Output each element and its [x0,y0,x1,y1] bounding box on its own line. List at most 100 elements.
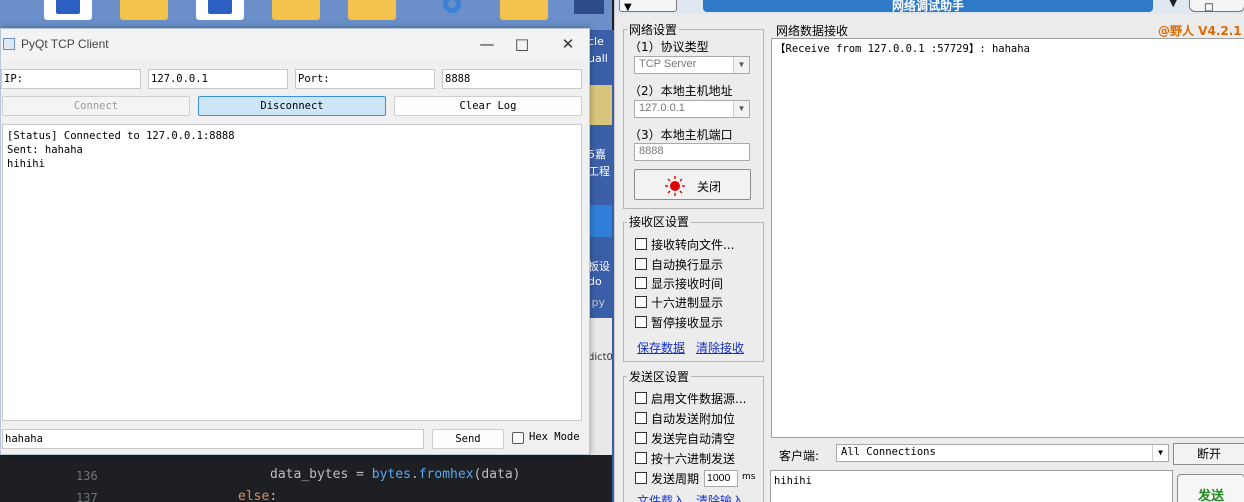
desktop-label: cle [588,35,604,48]
clear-input-link[interactable]: 清除输入 [696,492,744,502]
desktop-label: do [588,275,602,288]
settings-app-icon[interactable] [428,0,476,20]
send-period-unit: ms [742,472,756,482]
send-button[interactable]: 发送 [1177,474,1244,502]
desktop-icons-strip [0,0,612,30]
port-label: Port: [295,69,435,89]
disconnect-client-button[interactable]: 断开 [1173,443,1244,465]
send-settings-title: 发送区设置 [627,370,692,384]
code-token: else [238,489,270,502]
send-period-checkbox[interactable] [635,472,647,484]
network-assistant-window: ▼ 网络调试助手 ▼ □ 网络设置 （1）协议类型 TCP Server ▼ （2… [614,0,1244,502]
send-button[interactable]: Send [432,429,504,449]
send-option-label: 自动发送附加位 [651,412,736,426]
recv-option-label: 自动换行显示 [651,258,724,272]
code-token: = [348,467,372,482]
recv-option-label: 显示接收时间 [651,277,724,291]
file-source-checkbox[interactable] [635,392,647,404]
log-line: Sent: hahaha [7,144,83,156]
port-label: （3）本地主机端口 [629,128,733,142]
status-led-icon [665,176,685,196]
window-titlebar[interactable]: PyQt TCP Client — □ ✕ [1,29,589,59]
desktop-app-icon[interactable] [588,205,612,237]
recv-to-file-checkbox[interactable] [635,238,647,250]
receive-panel-title: 网络数据接收 [776,24,849,38]
show-time-checkbox[interactable] [635,277,647,289]
menu-dropdown-icon[interactable]: ▼ [619,0,677,13]
file-load-link[interactable]: 文件载入 [637,492,685,502]
save-data-link[interactable]: 保存数据 [637,339,685,356]
close-connection-label: 关闭 [697,180,722,194]
receive-data-area[interactable]: 【Receive from 127.0.0.1 :57729】: hahaha [771,38,1244,438]
send-option-label: 发送完自动清空 [651,432,736,446]
host-value: 127.0.0.1 [639,102,685,114]
desktop-label: 5嘉 [588,148,606,161]
append-bit-checkbox[interactable] [635,412,647,424]
minimize-icon[interactable]: — [470,33,504,55]
hex-mode-checkbox[interactable] [512,432,524,444]
port-input[interactable]: 8888 [442,69,582,89]
hex-display-checkbox[interactable] [635,296,647,308]
code-token: (data) [473,467,521,482]
send-option-label: 启用文件数据源... [651,392,747,406]
maximize-icon[interactable]: □ [505,33,539,55]
folder-icon[interactable] [272,0,320,20]
protocol-label: （1）协议类型 [629,40,709,54]
folder-icon[interactable] [120,0,168,20]
log-line: hihihi [7,158,45,170]
desktop-side-strip: cle uall 5嘉 工程 板设 do .py dict0 [586,30,614,502]
code-token: : [269,489,278,502]
ip-input[interactable]: 127.0.0.1 [148,69,288,89]
folder-icon[interactable] [500,0,548,20]
send-option-label: 按十六进制发送 [651,452,736,466]
client-value: All Connections [841,446,936,458]
desktop-label: uall [588,52,608,65]
clear-receive-link[interactable]: 清除接收 [696,339,744,356]
send-data-input[interactable]: hihihi [770,470,1173,502]
hex-send-checkbox[interactable] [635,452,647,464]
code-token: . [410,467,419,482]
send-period-label: 发送周期 [651,472,700,486]
app-shortcut-icon[interactable] [566,0,612,20]
net-pin-icon[interactable]: ▼ [1169,0,1177,9]
net-titlebar[interactable]: ▼ 网络调试助手 ▼ □ [615,0,1244,14]
log-output[interactable]: [Status] Connected to 127.0.0.1:8888 Sen… [2,124,582,421]
recv-option-label: 接收转向文件... [651,238,735,252]
net-window-control[interactable]: □ [1189,0,1244,13]
word-document-icon[interactable] [44,0,92,20]
send-period-input[interactable]: 1000 [704,470,738,487]
client-select[interactable]: All Connections ▼ [836,444,1169,462]
word-document-icon[interactable] [196,0,244,20]
protocol-select[interactable]: TCP Server ▼ [634,56,750,74]
window-title: PyQt TCP Client [21,37,109,51]
recv-option-label: 十六进制显示 [651,296,724,310]
code-token: fromhex [418,467,474,482]
network-settings-title: 网络设置 [627,23,680,37]
net-window-title: 网络调试助手 [703,0,1153,13]
auto-clear-checkbox[interactable] [635,432,647,444]
protocol-value: TCP Server [639,58,697,70]
folder-icon[interactable] [348,0,396,20]
disconnect-button[interactable]: Disconnect [198,96,386,116]
pause-display-checkbox[interactable] [635,316,647,328]
close-icon[interactable]: ✕ [551,33,585,55]
host-label: （2）本地主机地址 [629,84,733,98]
line-number: 137 [76,491,98,502]
ide-panel-edge [588,318,612,478]
code-token: data_bytes [270,467,349,482]
host-select[interactable]: 127.0.0.1 ▼ [634,100,750,118]
desktop-file-icon[interactable] [588,85,612,125]
connect-button[interactable]: Connect [2,96,190,116]
auto-wrap-checkbox[interactable] [635,258,647,270]
recv-option-label: 暂停接收显示 [651,316,724,330]
port-input[interactable]: 8888 [634,143,750,161]
app-icon [3,38,15,50]
log-line: [Status] Connected to 127.0.0.1:8888 [7,130,235,142]
chevron-down-icon: ▼ [733,57,749,73]
receive-settings-title: 接收区设置 [627,215,692,229]
close-connection-button[interactable]: 关闭 [634,169,751,200]
desktop-label: 工程 [588,165,610,178]
message-input[interactable]: hahaha [2,429,424,449]
desktop-label: .py [588,296,605,309]
clear-log-button[interactable]: Clear Log [394,96,582,116]
